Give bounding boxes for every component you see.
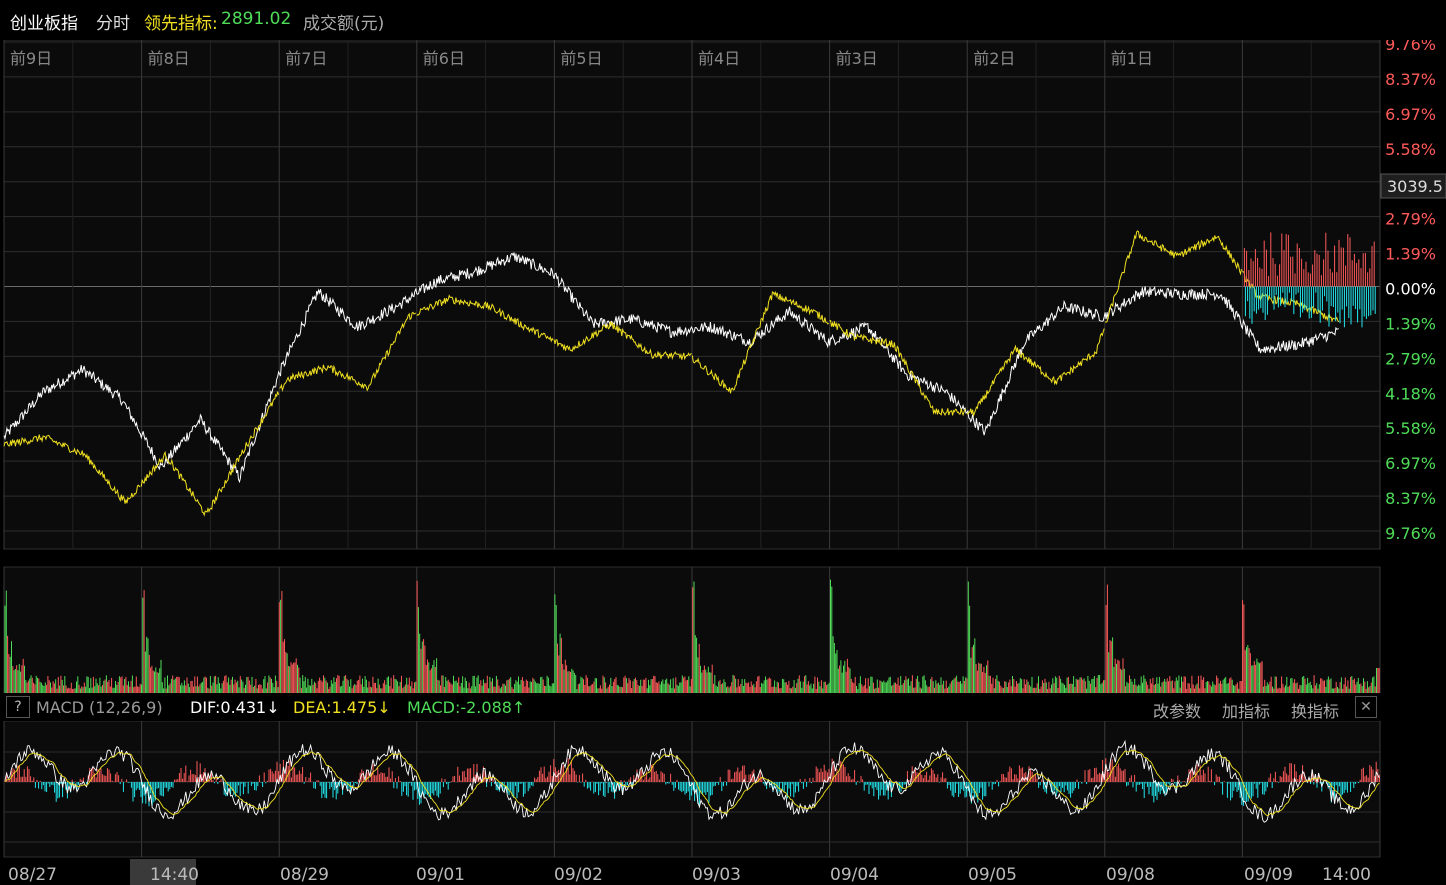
volume-label: 成交额(元): [303, 14, 385, 34]
axis-label-pct: 6.97%: [1385, 454, 1436, 473]
dif-value: DIF:0.431↓: [190, 698, 280, 717]
day-label: 前4日: [698, 49, 740, 68]
axis-label-pct: 6.97%: [1385, 105, 1436, 124]
lead-value: 2891.02: [221, 9, 292, 29]
macd-toolbar: ? MACD (12,26,9) DIF:0.431↓ DEA:1.475↓ M…: [0, 693, 1380, 721]
mode-label[interactable]: 分时: [96, 9, 130, 34]
help-button[interactable]: ?: [6, 696, 30, 718]
day-label: 前7日: [285, 49, 327, 68]
date-label: 09/09: [1244, 865, 1293, 885]
axis-label-pct: 5.58%: [1385, 140, 1436, 159]
chart-header: 创业板指 分时 领先指标: 2891.02 成交额(元): [0, 0, 1446, 40]
axis-label-pct: 1.39%: [1385, 314, 1436, 333]
axis-label-pct: 5.58%: [1385, 419, 1436, 438]
change-params-button[interactable]: 改参数: [1153, 698, 1201, 722]
date-label: 09/02: [554, 865, 603, 885]
switch-indicator-button[interactable]: 换指标: [1291, 698, 1339, 722]
date-label: 08/27: [8, 865, 57, 885]
dea-value: DEA:1.475↓: [293, 698, 391, 717]
index-name: 创业板指: [10, 14, 78, 34]
date-label: 14:40: [150, 865, 199, 885]
day-label: 前3日: [836, 49, 878, 68]
day-label: 前8日: [148, 49, 190, 68]
day-label: 前6日: [423, 49, 465, 68]
close-icon[interactable]: ✕: [1355, 696, 1377, 718]
axis-label-pct: 0.00%: [1385, 280, 1436, 299]
date-label: 09/01: [416, 865, 465, 885]
axis-label-pct: 9.76%: [1385, 524, 1436, 543]
day-label: 前1日: [1111, 49, 1153, 68]
date-label: 09/05: [968, 865, 1017, 885]
axis-label-pct: 2.79%: [1385, 210, 1436, 229]
date-label: 08/29: [280, 865, 329, 885]
date-label: 09/04: [830, 865, 879, 885]
macd-title: MACD (12,26,9): [36, 698, 163, 717]
add-indicator-button[interactable]: 加指标: [1222, 698, 1270, 722]
chart-canvas: 9.76% 8.37% 6.97% 5.58% 2.79% 1.39% 0.00% 1.39%…: [0, 35, 1446, 885]
axis-label-pct: 8.37%: [1385, 489, 1436, 508]
macd-value: MACD:-2.088↑: [407, 698, 526, 717]
day-label: 前5日: [560, 49, 602, 68]
axis-label-pct: 1.39%: [1385, 245, 1436, 264]
date-label: 09/03: [692, 865, 741, 885]
date-label: 09/08: [1106, 865, 1155, 885]
date-label: 14:00: [1322, 865, 1371, 885]
axis-label-pct: 8.37%: [1385, 70, 1436, 89]
current-price-label: 3039.5: [1387, 177, 1443, 196]
axis-label-pct: 4.18%: [1385, 384, 1436, 403]
day-label: 前9日: [10, 49, 52, 68]
lead-label: 领先指标:: [144, 14, 218, 34]
day-label: 前2日: [973, 49, 1015, 68]
axis-label-pct: 2.79%: [1385, 349, 1436, 368]
